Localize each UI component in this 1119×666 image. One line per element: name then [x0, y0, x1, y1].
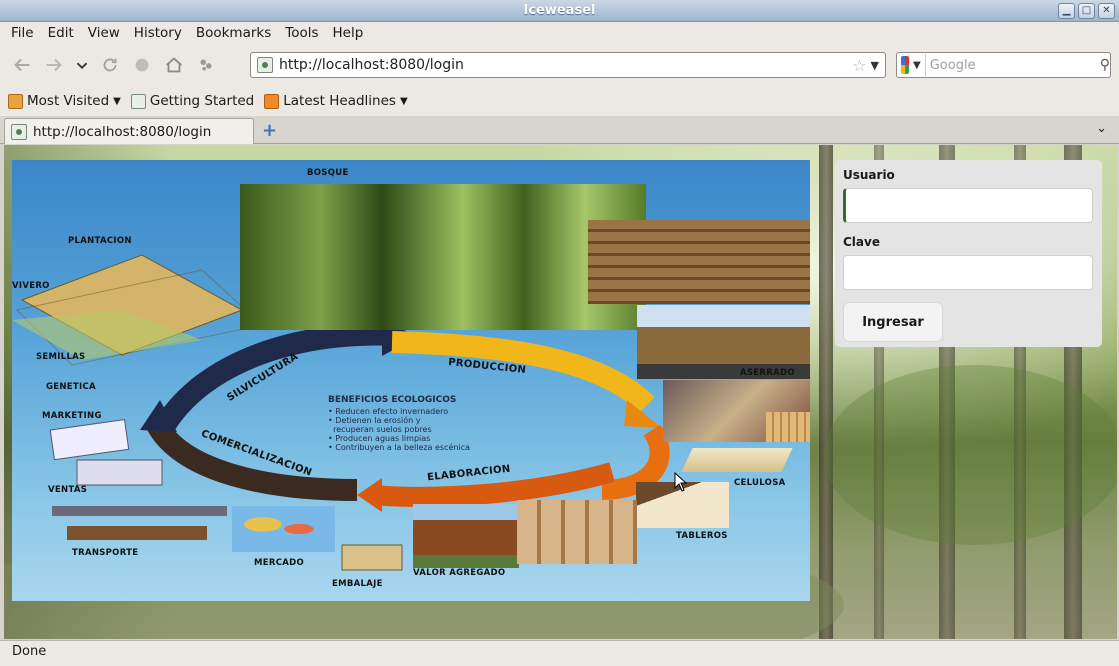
logs-photo [588, 220, 810, 304]
label-celulosa: CELULOSA [734, 478, 786, 488]
menu-file[interactable]: File [4, 25, 41, 41]
usuario-label: Usuario [843, 168, 895, 182]
tab-label: http://localhost:8080/login [33, 123, 212, 140]
beneficio-item: • Producen aguas limpias [328, 434, 431, 443]
back-icon[interactable] [6, 50, 38, 80]
label-mercado: MERCADO [254, 558, 305, 568]
menu-view[interactable]: View [81, 25, 127, 41]
rss-feed-icon [264, 93, 280, 109]
status-bar: Done [0, 640, 1119, 666]
maximize-icon[interactable]: □ [1078, 3, 1095, 19]
new-tab-icon[interactable]: + [262, 120, 277, 141]
window-title: Iceweasel [523, 3, 596, 18]
label-genetica: GENETICA [46, 382, 96, 392]
chevron-down-icon: ▼ [113, 95, 121, 107]
reload-icon[interactable] [94, 50, 126, 80]
chevron-down-icon: ▼ [399, 95, 408, 107]
home-icon[interactable] [158, 50, 190, 80]
bookmark-label: Most Visited [27, 93, 110, 109]
background-foliage [824, 365, 1117, 545]
url-text[interactable]: http://localhost:8080/login [279, 57, 852, 73]
google-engine-icon[interactable] [901, 56, 910, 74]
plugin-icon[interactable] [190, 50, 222, 80]
label-transporte: TRANSPORTE [72, 548, 139, 558]
minimize-icon[interactable]: ▁ [1058, 3, 1075, 19]
page-icon [130, 93, 146, 109]
most-visited-icon [8, 93, 23, 109]
clave-label: Clave [843, 235, 880, 249]
forestry-cycle-poster: BOSQUE PLANTACION VIVERO SEMILLAS GENETI… [12, 160, 810, 601]
background-tree-trunk [819, 145, 833, 639]
label-bosque: BOSQUE [307, 168, 349, 178]
bookmark-latest-headlines[interactable]: Latest Headlines ▼ [264, 93, 408, 109]
tab-bar: http://localhost:8080/login + ⌄ [0, 116, 1119, 144]
usuario-field[interactable] [843, 188, 1093, 223]
login-form: Usuario Clave Ingresar [835, 160, 1102, 347]
label-vivero: VIVERO [12, 281, 50, 291]
search-engine-dropdown-icon[interactable]: ▼ [913, 60, 921, 71]
search-bar: ▼ ⚲ [896, 52, 1111, 78]
tab-login[interactable]: http://localhost:8080/login [4, 118, 254, 144]
label-aserrado: ASERRADO [740, 368, 795, 378]
bookmark-star-icon[interactable]: ☆ [852, 56, 866, 75]
tab-list-chevron-icon[interactable]: ⌄ [1096, 121, 1107, 136]
lumber-photo [766, 412, 810, 442]
stop-icon[interactable] [126, 50, 158, 80]
forest-photo [240, 184, 646, 330]
label-embalaje: EMBALAJE [332, 579, 383, 589]
menu-edit[interactable]: Edit [41, 25, 81, 41]
history-dropdown-icon[interactable] [70, 50, 94, 80]
menu-help[interactable]: Help [326, 25, 371, 41]
url-dropdown-icon[interactable]: ▼ [871, 59, 879, 72]
beneficio-item: • Reducen efecto invernadero [328, 407, 449, 416]
menu-bar: File Edit View History Bookmarks Tools H… [0, 22, 1119, 44]
beneficios-title: BENEFICIOS ECOLOGICOS [328, 395, 457, 405]
label-marketing: MARKETING [42, 411, 102, 421]
url-bar[interactable]: http://localhost:8080/login ☆ ▼ [250, 52, 886, 78]
close-icon[interactable]: ✕ [1098, 3, 1115, 19]
cellulose-photo [681, 448, 793, 472]
beneficio-item: recuperan suelos pobres [328, 425, 432, 434]
label-plantacion: PLANTACION [68, 236, 132, 246]
search-icon[interactable]: ⚲ [1100, 57, 1110, 73]
bookmarks-toolbar: Most Visited ▼ Getting Started Latest He… [0, 86, 1119, 116]
label-valor-agregado: VALOR AGREGADO [413, 568, 506, 578]
clave-field[interactable] [843, 255, 1093, 290]
window-titlebar: Iceweasel ▁ □ ✕ [0, 0, 1119, 22]
label-semillas: SEMILLAS [36, 352, 86, 362]
forward-icon[interactable] [38, 50, 70, 80]
bookmark-most-visited[interactable]: Most Visited ▼ [8, 93, 121, 109]
beneficio-item: • Contribuyen a la belleza escénica [328, 443, 471, 452]
window-controls: ▁ □ ✕ [1058, 3, 1115, 19]
page-content: BOSQUE PLANTACION VIVERO SEMILLAS GENETI… [4, 145, 1117, 639]
menu-bookmarks[interactable]: Bookmarks [189, 25, 278, 41]
world-map-photo [232, 506, 335, 552]
beneficio-item: • Detienen la erosión y [328, 416, 421, 425]
label-tableros: TABLEROS [676, 531, 728, 541]
bookmark-label: Latest Headlines [283, 93, 396, 109]
menu-tools[interactable]: Tools [278, 25, 325, 41]
bookmark-label: Getting Started [149, 93, 255, 109]
log-house-photo [413, 504, 519, 568]
menu-history[interactable]: History [127, 25, 189, 41]
tab-favicon-icon [11, 123, 27, 140]
search-input[interactable] [924, 54, 1100, 76]
status-text: Done [12, 644, 47, 659]
ingresar-button[interactable]: Ingresar [843, 302, 943, 342]
bookmark-getting-started[interactable]: Getting Started [130, 93, 255, 109]
label-ventas: VENTAS [48, 485, 88, 495]
navigation-toolbar: http://localhost:8080/login ☆ ▼ ▼ ⚲ [0, 44, 1119, 86]
beneficios-list: BENEFICIOS ECOLOGICOS • Reducen efecto i… [328, 395, 538, 453]
mouse-cursor-icon [674, 472, 688, 492]
site-favicon-icon [257, 57, 273, 73]
furniture-photo [517, 500, 637, 564]
